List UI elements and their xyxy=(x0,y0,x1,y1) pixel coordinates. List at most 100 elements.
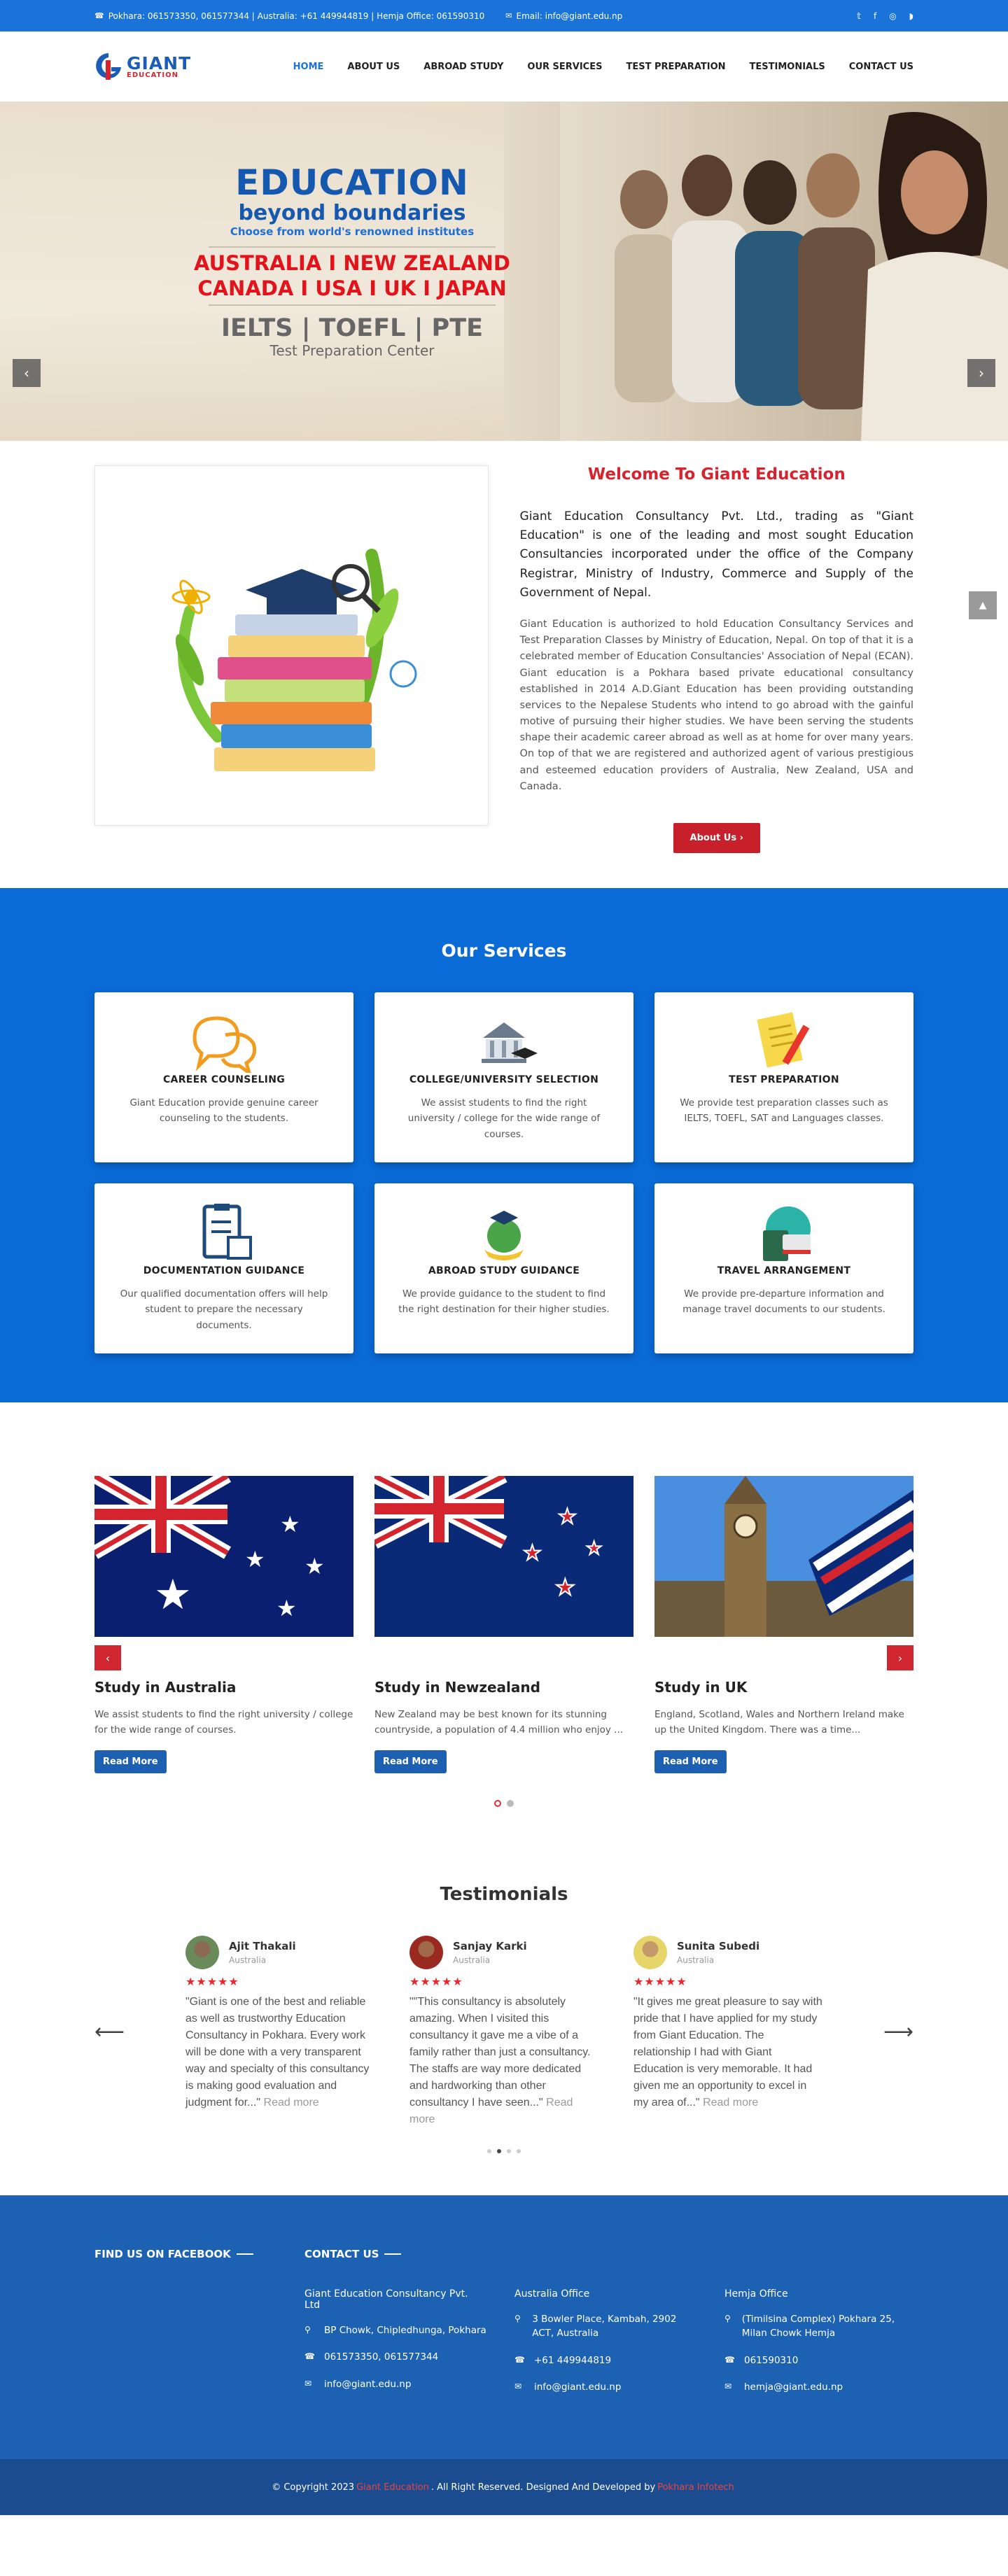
destination-text: New Zealand may be best known for its st… xyxy=(374,1709,624,1736)
social-links: 𝕥 f ◎ ◗ xyxy=(857,11,913,21)
rating-stars: ★★★★★ xyxy=(410,1975,463,1988)
uk-bigben-image xyxy=(654,1476,913,1637)
svg-text:★: ★ xyxy=(154,1570,192,1619)
email-info[interactable]: ✉ Email: info@giant.edu.np xyxy=(505,11,622,21)
service-card[interactable]: DOCUMENTATION GUIDANCE Our qualified doc… xyxy=(94,1183,354,1353)
chat-bubbles-icon xyxy=(192,1015,257,1073)
top-bar: ☎ Pokhara: 061573350, 061577344 | Austra… xyxy=(0,0,1008,31)
nav-about[interactable]: ABOUT US xyxy=(347,62,400,72)
university-icon xyxy=(482,1022,538,1063)
read-more-button[interactable]: Read More xyxy=(94,1750,167,1773)
carousel-dot-2[interactable] xyxy=(507,1800,514,1807)
map-pin-icon: ⚲ xyxy=(724,2314,731,2323)
hero-countries-1: AUSTRALIA I NEW ZEALAND xyxy=(194,251,510,275)
testimonial-quote: ""This consultancy is absolutely amazing… xyxy=(410,1996,591,2109)
read-more-button[interactable]: Read More xyxy=(374,1750,447,1773)
copyright-mid: . All Right Reserved. Designed And Devel… xyxy=(430,2482,656,2493)
about-us-button[interactable]: About Us › xyxy=(673,823,760,853)
nav-testimonials[interactable]: TESTIMONIALS xyxy=(750,62,825,72)
office-email[interactable]: info@giant.edu.np xyxy=(534,2380,621,2394)
service-card[interactable]: TRAVEL ARRANGEMENT We provide pre-depart… xyxy=(654,1183,913,1353)
office-address: BP Chowk, Chipledhunga, Pokhara xyxy=(324,2325,486,2336)
hero-slider: EDUCATION beyond boundaries Choose from … xyxy=(0,101,1008,441)
scroll-top-button[interactable]: ▲ xyxy=(969,591,997,619)
hero-next-button[interactable]: › xyxy=(967,359,995,387)
office-email[interactable]: info@giant.edu.np xyxy=(324,2377,411,2391)
service-text: We provide pre-departure information and… xyxy=(682,1288,886,1316)
testimonial-dot-1[interactable] xyxy=(487,2149,491,2153)
heading-underline xyxy=(384,2253,402,2255)
service-card[interactable]: CAREER COUNSELING Giant Education provid… xyxy=(94,992,354,1162)
testimonial-quote: "It gives me great pleasure to say with … xyxy=(634,1996,822,2109)
copyright-bar: © Copyright 2023 Giant Education . All R… xyxy=(0,2459,1008,2515)
testimonial-card: Sunita Subedi Australia ★★★★★ "It gives m… xyxy=(634,1936,822,2128)
books-stack-icon xyxy=(172,548,417,771)
svg-text:★: ★ xyxy=(304,1553,325,1579)
testimonial-name: Ajit Thakali xyxy=(229,1940,296,1952)
nav-abroad-study[interactable]: ABROAD STUDY xyxy=(424,62,503,72)
instagram-icon[interactable]: ◎ xyxy=(889,11,896,21)
hero-tests: IELTS | TOEFL | PTE xyxy=(220,314,483,342)
carousel-next-button[interactable]: › xyxy=(887,1645,913,1670)
office-title: Hemja Office xyxy=(724,2288,788,2300)
logo[interactable]: GIANT EDUCATION xyxy=(94,50,191,83)
arrow-left-icon[interactable]: ⟵ xyxy=(94,2020,125,2044)
hero-prev-button[interactable]: ‹ xyxy=(13,359,41,387)
avatar xyxy=(186,1936,219,1969)
testimonial-card: Ajit Thakali Australia ★★★★★ "Giant is on… xyxy=(186,1936,374,2128)
copyright-brand-link[interactable]: Giant Education xyxy=(356,2482,429,2493)
facebook-heading: FIND US ON FACEBOOK xyxy=(94,2248,231,2260)
nav-test-prep[interactable]: TEST PREPARATION xyxy=(626,62,725,72)
heading-underline xyxy=(236,2253,253,2255)
testimonial-dot-2[interactable] xyxy=(497,2149,501,2153)
hero-divider xyxy=(209,246,496,248)
testimonial-dot-3[interactable] xyxy=(507,2149,511,2153)
rss-icon[interactable]: ◗ xyxy=(909,11,913,21)
testimonial-location: Australia xyxy=(453,1955,491,1965)
office-title: Australia Office xyxy=(514,2288,590,2300)
read-more-link[interactable]: Read more xyxy=(703,2097,758,2109)
avatar xyxy=(410,1936,443,1969)
developer-link[interactable]: Pokhara Infotech xyxy=(657,2482,734,2493)
nav-home[interactable]: HOME xyxy=(293,62,324,72)
carousel-prev-button[interactable]: ‹ xyxy=(94,1645,121,1670)
chevron-left-icon: ‹ xyxy=(24,365,29,381)
phone-icon: ☎ xyxy=(514,2354,525,2365)
testimonial-dots xyxy=(94,2149,913,2153)
carousel-dot-1[interactable] xyxy=(494,1800,501,1807)
hero-subtitle: beyond boundaries xyxy=(238,200,466,225)
read-more-button[interactable]: Read More xyxy=(654,1750,727,1773)
testimonial-location: Australia xyxy=(229,1955,267,1965)
destination-card: ★ ★ ★ ★ Study in Newzealand New Zealand … xyxy=(374,1476,634,1773)
service-card[interactable]: COLLEGE/UNIVERSITY SELECTION We assist s… xyxy=(374,992,634,1162)
graduation-globe-icon xyxy=(484,1210,524,1260)
twitter-icon[interactable]: 𝕥 xyxy=(857,11,861,21)
nav-contact[interactable]: CONTACT US xyxy=(849,62,913,72)
main-nav: HOME ABOUT US ABROAD STUDY OUR SERVICES … xyxy=(293,62,913,72)
testimonial-quote: "Giant is one of the best and reliable a… xyxy=(186,1996,370,2109)
office-phone: 061573350, 061577344 xyxy=(324,2351,439,2363)
phone-icon: ☎ xyxy=(724,2354,735,2365)
testimonial-dot-4[interactable] xyxy=(517,2149,521,2153)
nav-services[interactable]: OUR SERVICES xyxy=(527,62,602,72)
testimonial-card: Sanjay Karki Australia ★★★★★ ""This consu… xyxy=(410,1936,598,2128)
arrow-right-icon[interactable]: ⟶ xyxy=(883,2020,913,2044)
facebook-icon[interactable]: f xyxy=(874,11,876,21)
rating-stars: ★★★★★ xyxy=(634,1975,687,1988)
office-address: (Timilsina Complex) Pokhara 25, Milan Ch… xyxy=(741,2314,895,2339)
office-email[interactable]: hemja@giant.edu.np xyxy=(744,2380,843,2394)
hero-title: EDUCATION xyxy=(235,162,469,203)
phone-info: ☎ Pokhara: 061573350, 061577344 | Austra… xyxy=(94,11,484,21)
service-card[interactable]: TEST PREPARATION We provide test prepara… xyxy=(654,992,913,1162)
destination-text: England, Scotland, Wales and Northern Ir… xyxy=(654,1709,904,1736)
svg-text:★: ★ xyxy=(276,1595,297,1621)
read-more-link[interactable]: Read more xyxy=(264,2097,319,2109)
testimonial-name: Sunita Subedi xyxy=(677,1940,760,1952)
office-title: Giant Education Consultancy Pvt. Ltd xyxy=(304,2288,468,2311)
email-text[interactable]: Email: info@giant.edu.np xyxy=(517,11,623,21)
testimonial-name: Sanjay Karki xyxy=(453,1940,527,1952)
service-card[interactable]: ABROAD STUDY GUIDANCE We provide guidanc… xyxy=(374,1183,634,1353)
svg-text:★: ★ xyxy=(555,1574,575,1600)
office-australia: Australia Office ⚲ 3 Bowler Place, Kambah… xyxy=(514,2288,696,2407)
service-title: TEST PREPARATION xyxy=(729,1074,839,1085)
